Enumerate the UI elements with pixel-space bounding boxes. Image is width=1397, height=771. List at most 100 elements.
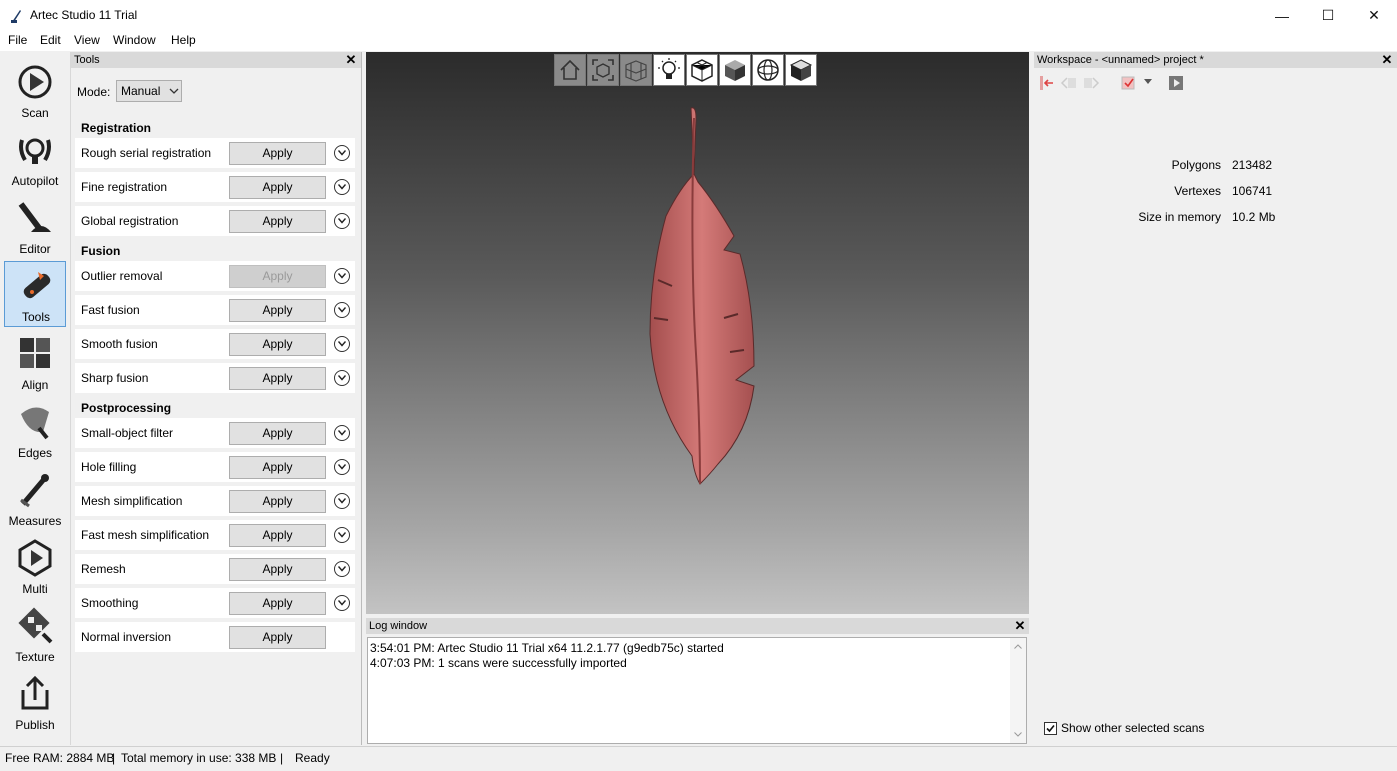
chevron-down-icon[interactable] bbox=[334, 302, 350, 318]
close-icon[interactable]: ✕ bbox=[1380, 52, 1394, 68]
workspace-toolbar bbox=[1038, 74, 1188, 92]
chevron-down-icon[interactable] bbox=[334, 527, 350, 543]
chevron-down-icon[interactable] bbox=[334, 268, 350, 284]
menu-edit[interactable]: Edit bbox=[40, 33, 61, 47]
sidebar-item-measures[interactable]: Measures bbox=[4, 466, 66, 532]
home-view-icon[interactable] bbox=[554, 54, 586, 86]
apply-button[interactable]: Apply bbox=[229, 299, 326, 322]
sidebar-item-editor[interactable]: Editor bbox=[4, 194, 66, 260]
chevron-down-icon[interactable] bbox=[334, 425, 350, 441]
title-bar: Artec Studio 11 Trial — ☐ ✕ bbox=[0, 0, 1397, 31]
chevron-down-icon[interactable] bbox=[334, 213, 350, 229]
tool-row: Remesh Apply bbox=[75, 554, 355, 584]
tool-row: Normal inversion Apply bbox=[75, 622, 355, 652]
tool-row: Mesh simplification Apply bbox=[75, 486, 355, 516]
chevron-down-icon[interactable] bbox=[334, 179, 350, 195]
sidebar-label: Tools bbox=[21, 310, 50, 324]
stat-value-polygons: 213482 bbox=[1232, 158, 1273, 172]
light-bulb-icon[interactable] bbox=[653, 54, 685, 86]
mode-sidebar: Scan Autopilot Editor Tools Align Edges … bbox=[0, 52, 71, 745]
apply-button[interactable]: Apply bbox=[229, 524, 326, 547]
chevron-down-icon[interactable] bbox=[334, 595, 350, 611]
3d-viewport[interactable] bbox=[366, 52, 1029, 614]
chevron-down-icon bbox=[169, 88, 179, 94]
sidebar-item-align[interactable]: Align bbox=[4, 330, 66, 396]
chevron-down-icon[interactable] bbox=[334, 336, 350, 352]
apply-button[interactable]: Apply bbox=[229, 592, 326, 615]
tool-label: Fine registration bbox=[81, 180, 168, 194]
apply-button[interactable]: Apply bbox=[229, 333, 326, 356]
select-scans-icon[interactable] bbox=[1120, 75, 1138, 91]
window-title: Artec Studio 11 Trial bbox=[30, 8, 138, 22]
sidebar-label: Texture bbox=[15, 650, 55, 664]
mode-select[interactable]: Manual bbox=[116, 80, 182, 102]
apply-button[interactable]: Apply bbox=[229, 176, 326, 199]
chevron-down-icon[interactable] bbox=[334, 561, 350, 577]
menu-bar: File Edit View Window Help bbox=[0, 31, 1397, 51]
maximize-button[interactable]: ☐ bbox=[1305, 0, 1351, 31]
close-icon[interactable]: ✕ bbox=[1013, 618, 1027, 634]
tool-label: Sharp fusion bbox=[81, 371, 149, 385]
sphere-icon[interactable] bbox=[752, 54, 784, 86]
chevron-down-icon[interactable] bbox=[1144, 79, 1152, 85]
close-window-button[interactable]: ✕ bbox=[1351, 0, 1397, 31]
chevron-down-icon[interactable] bbox=[334, 145, 350, 161]
close-icon[interactable]: ✕ bbox=[344, 52, 358, 68]
workspace-panel: Workspace - <unnamed> project * ✕ Polygo… bbox=[1034, 52, 1397, 745]
chevron-down-icon[interactable] bbox=[334, 459, 350, 475]
menu-file[interactable]: File bbox=[8, 33, 27, 47]
menu-view[interactable]: View bbox=[74, 33, 100, 47]
chevron-down-icon[interactable] bbox=[334, 493, 350, 509]
sidebar-label: Autopilot bbox=[11, 174, 59, 188]
show-other-label: Show other selected scans bbox=[1061, 721, 1205, 735]
stat-value-memory: 10.2 Mb bbox=[1232, 210, 1276, 224]
log-scrollbar[interactable] bbox=[1010, 638, 1026, 743]
menu-help[interactable]: Help bbox=[171, 33, 196, 47]
apply-button[interactable]: Apply bbox=[229, 422, 326, 445]
sidebar-item-edges[interactable]: Edges bbox=[4, 398, 66, 464]
apply-button[interactable]: Apply bbox=[229, 367, 326, 390]
log-text-area[interactable]: 3:54:01 PM: Artec Studio 11 Trial x64 11… bbox=[367, 637, 1027, 744]
grid-icon[interactable] bbox=[620, 54, 652, 86]
tool-row: Sharp fusion Apply bbox=[75, 363, 355, 393]
sidebar-item-scan[interactable]: Scan bbox=[4, 58, 66, 124]
apply-button[interactable]: Apply bbox=[229, 490, 326, 513]
apply-button[interactable]: Apply bbox=[229, 210, 326, 233]
chevron-down-icon[interactable] bbox=[334, 370, 350, 386]
sidebar-item-texture[interactable]: Texture bbox=[4, 602, 66, 668]
apply-button[interactable]: Apply bbox=[229, 626, 326, 649]
wireframe-cube-icon[interactable] bbox=[686, 54, 718, 86]
remove-from-list-icon[interactable] bbox=[1038, 75, 1056, 91]
section-postprocessing: Postprocessing bbox=[81, 401, 172, 415]
apply-button: Apply bbox=[229, 265, 326, 288]
apply-button[interactable]: Apply bbox=[229, 456, 326, 479]
move-left-icon[interactable] bbox=[1060, 75, 1078, 91]
tool-label: Mesh simplification bbox=[81, 494, 183, 508]
align-icon bbox=[20, 338, 50, 368]
fit-view-icon[interactable] bbox=[587, 54, 619, 86]
play-icon[interactable] bbox=[1168, 75, 1184, 91]
tool-label: Global registration bbox=[81, 214, 179, 228]
tool-row: Fast fusion Apply bbox=[75, 295, 355, 325]
show-other-checkbox[interactable] bbox=[1044, 722, 1057, 735]
apply-button[interactable]: Apply bbox=[229, 142, 326, 165]
texture-cube-icon[interactable] bbox=[785, 54, 817, 86]
app-icon bbox=[8, 8, 24, 24]
tools-panel-header: Tools bbox=[71, 52, 361, 68]
sidebar-item-multi[interactable]: Multi bbox=[4, 534, 66, 600]
move-right-icon[interactable] bbox=[1082, 75, 1100, 91]
sidebar-item-publish[interactable]: Publish bbox=[4, 670, 66, 736]
measures-icon bbox=[20, 474, 49, 508]
log-line: 3:54:01 PM: Artec Studio 11 Trial x64 11… bbox=[370, 641, 724, 655]
solid-cube-icon[interactable] bbox=[719, 54, 751, 86]
tool-label: Remesh bbox=[81, 562, 126, 576]
status-divider: | bbox=[280, 751, 284, 765]
apply-button[interactable]: Apply bbox=[229, 558, 326, 581]
minimize-button[interactable]: — bbox=[1259, 0, 1305, 31]
sidebar-item-autopilot[interactable]: Autopilot bbox=[4, 126, 66, 192]
section-registration: Registration bbox=[81, 121, 152, 135]
menu-window[interactable]: Window bbox=[113, 33, 156, 47]
sidebar-item-tools[interactable]: Tools bbox=[4, 261, 66, 327]
sidebar-label: Align bbox=[21, 378, 49, 392]
log-window: Log window ✕ 3:54:01 PM: Artec Studio 11… bbox=[366, 618, 1029, 745]
